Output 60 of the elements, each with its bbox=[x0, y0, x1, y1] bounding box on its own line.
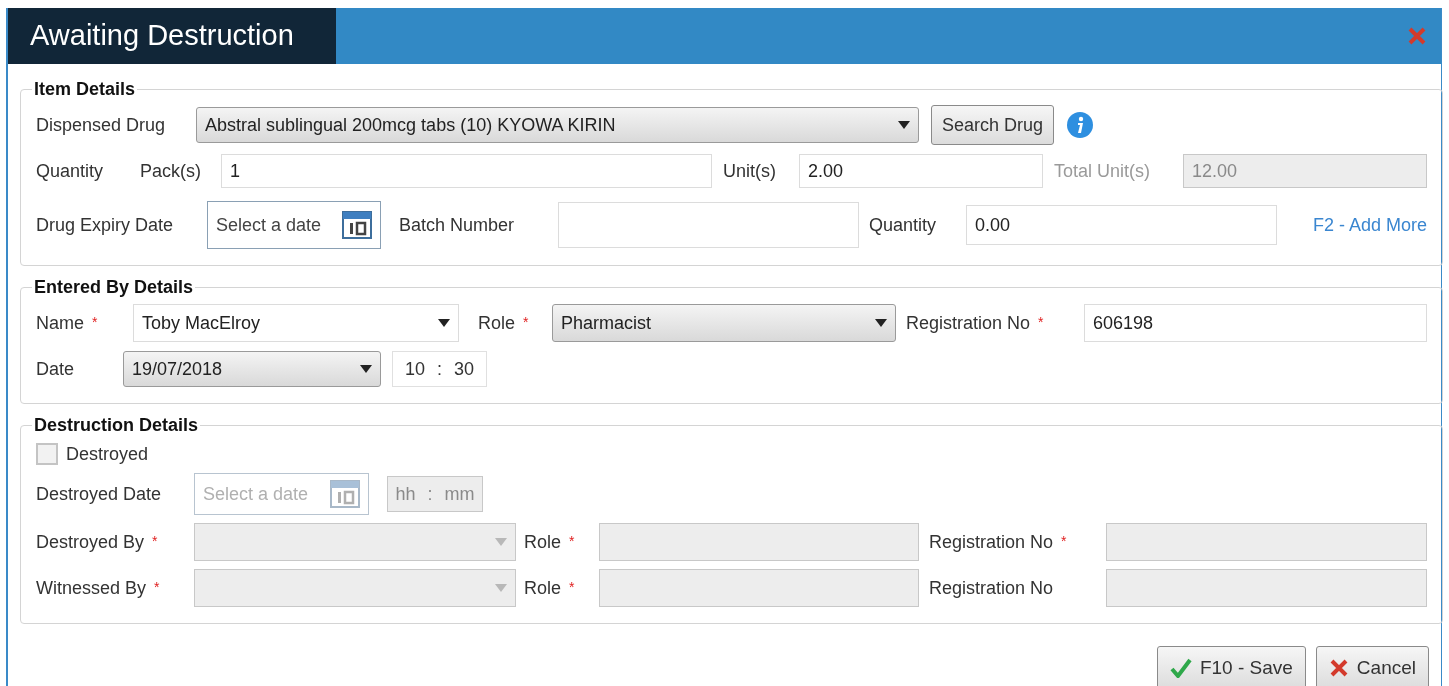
input-field[interactable]: 606198 bbox=[1084, 304, 1427, 342]
required-marker: * bbox=[1061, 531, 1067, 551]
input-field[interactable]: 0.00 bbox=[966, 205, 1277, 245]
field-label: Drug Expiry Date bbox=[36, 213, 174, 237]
required-marker: * bbox=[152, 531, 158, 551]
required-marker: * bbox=[154, 577, 160, 597]
field-label: Name bbox=[36, 311, 84, 335]
search-drug-button[interactable]: Search Drug bbox=[931, 105, 1055, 145]
caret-icon bbox=[898, 121, 910, 129]
field-label: Batch Number bbox=[399, 213, 515, 237]
group-title: Item Details bbox=[33, 78, 137, 101]
required-marker: * bbox=[523, 312, 529, 332]
field-label: Quantity bbox=[36, 159, 104, 183]
field-label: Role bbox=[524, 530, 562, 554]
window-title: Awaiting Destruction bbox=[30, 18, 294, 54]
input-field[interactable]: 1 bbox=[221, 154, 712, 188]
add-more-link[interactable]: F2 - Add More bbox=[1312, 211, 1427, 239]
checkbox[interactable] bbox=[36, 443, 58, 465]
caret-icon bbox=[360, 365, 372, 373]
field-label: Role bbox=[478, 311, 516, 335]
field-label: Unit(s) bbox=[723, 159, 776, 183]
input-field[interactable]: 2.00 bbox=[799, 154, 1043, 188]
date-picker[interactable]: Select a date bbox=[207, 201, 381, 249]
required-marker: * bbox=[569, 577, 575, 597]
caret-icon bbox=[875, 319, 887, 327]
cancel-button[interactable]: Cancel bbox=[1315, 646, 1429, 686]
dropdown[interactable]: Pharmacist bbox=[552, 304, 896, 342]
time-field[interactable]: 10 : 30 bbox=[392, 351, 487, 387]
close-icon[interactable] bbox=[1407, 26, 1427, 46]
calendar-icon bbox=[330, 480, 360, 508]
caret-icon bbox=[438, 319, 450, 327]
required-marker: * bbox=[1038, 312, 1044, 332]
info-icon[interactable] bbox=[1066, 111, 1095, 139]
field-label: Total Unit(s) bbox=[1054, 159, 1151, 183]
field-label: Destroyed By bbox=[36, 530, 145, 554]
field-label: Role bbox=[524, 576, 562, 600]
group-title: Destruction Details bbox=[33, 414, 200, 437]
required-marker: * bbox=[569, 531, 575, 551]
field-label: Quantity bbox=[869, 213, 937, 237]
field-label: Witnessed By bbox=[36, 576, 147, 600]
field-label: Pack(s) bbox=[140, 159, 201, 183]
check-icon bbox=[1169, 658, 1192, 678]
dropdown[interactable]: 19/07/2018 bbox=[123, 351, 381, 387]
field-label: Destroyed Date bbox=[36, 482, 162, 506]
group-title: Entered By Details bbox=[33, 276, 195, 299]
dropdown[interactable]: Toby MacElroy bbox=[133, 304, 459, 342]
caret-icon bbox=[495, 584, 507, 592]
field-label: Registration No bbox=[929, 530, 1054, 554]
field-label: Registration No bbox=[929, 576, 1054, 600]
caret-icon bbox=[495, 538, 507, 546]
checkbox-label: Destroyed bbox=[66, 442, 149, 466]
calendar-icon bbox=[342, 211, 372, 239]
save-button[interactable]: F10 - Save bbox=[1156, 646, 1306, 686]
field-label: Date bbox=[36, 357, 75, 381]
dropdown[interactable]: Abstral sublingual 200mcg tabs (10) KYOWA KIRIN bbox=[196, 107, 919, 143]
field-label: Dispensed Drug bbox=[36, 113, 166, 137]
field-label: Registration No bbox=[906, 311, 1031, 335]
required-marker: * bbox=[92, 312, 98, 332]
input-field[interactable] bbox=[558, 202, 859, 248]
close-icon bbox=[1328, 658, 1349, 678]
